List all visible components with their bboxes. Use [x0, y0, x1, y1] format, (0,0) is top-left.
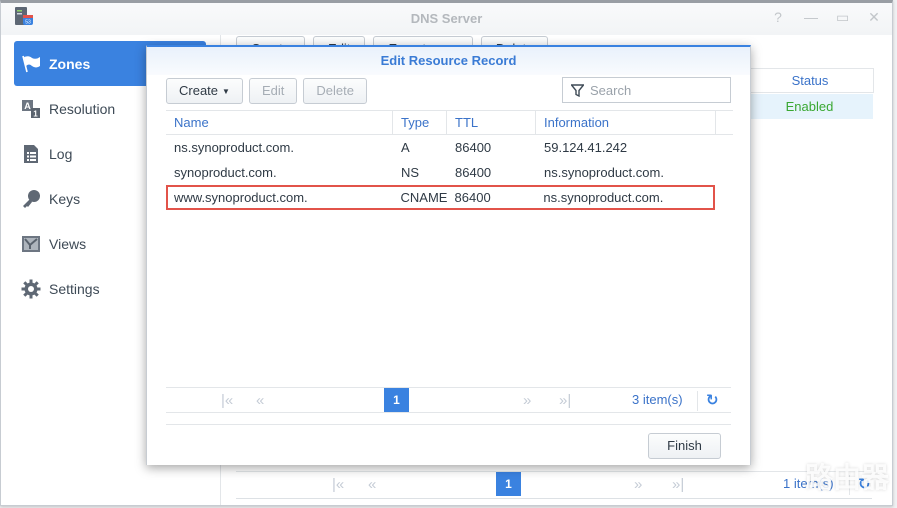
column-header-type[interactable]: Type: [393, 111, 447, 134]
record-name: ns.synoproduct.com.: [174, 140, 294, 155]
records-grid-header: Name Type TTL Information: [166, 110, 733, 135]
records-pager: |« « 1 » »| 3 item(s) ↻: [166, 387, 731, 413]
search-input[interactable]: [590, 82, 720, 98]
refresh-icon[interactable]: ↻: [706, 391, 719, 409]
status-column-header[interactable]: Status: [746, 69, 874, 93]
pager-divider: [697, 391, 698, 411]
sidebar-item-label: Resolution: [49, 100, 116, 117]
key-icon: [21, 189, 41, 209]
column-header-information[interactable]: Information: [536, 111, 716, 134]
next-page-icon[interactable]: »: [634, 476, 642, 493]
last-page-icon[interactable]: »|: [672, 476, 684, 493]
dialog-divider: [166, 424, 731, 425]
zones-grid-header: Status: [746, 68, 874, 93]
sidebar-item-label: Log: [49, 145, 73, 162]
help-icon[interactable]: ?: [772, 9, 784, 26]
create-label: Create: [179, 83, 219, 98]
record-ttl: 86400: [455, 165, 492, 180]
last-page-icon[interactable]: »|: [559, 392, 571, 409]
minimize-icon[interactable]: —: [804, 9, 818, 26]
gear-icon: [21, 279, 41, 299]
page-number-button[interactable]: 1: [496, 472, 521, 496]
record-type: NS: [401, 165, 420, 180]
item-count: 3 item(s): [632, 392, 683, 407]
window-title: DNS Server: [410, 11, 483, 26]
log-icon: [21, 144, 41, 164]
flag-icon: [21, 54, 41, 74]
svg-text:A: A: [24, 101, 31, 111]
record-name: www.synoproduct.com.: [174, 190, 308, 205]
maximize-icon[interactable]: ▭: [836, 9, 849, 26]
edit-resource-record-dialog: Edit Resource Record Create ▼ Edit Delete…: [146, 45, 751, 465]
column-header-name[interactable]: Name: [166, 111, 393, 134]
sidebar-item-label: Keys: [49, 190, 81, 207]
column-header-spacer: [716, 111, 733, 134]
svg-text:1: 1: [33, 109, 38, 118]
record-type: A: [401, 140, 410, 155]
table-row-highlighted[interactable]: www.synoproduct.com. CNAME 86400 ns.syno…: [166, 185, 715, 210]
column-header-ttl[interactable]: TTL: [447, 111, 536, 134]
prev-page-icon[interactable]: «: [256, 392, 264, 409]
delete-record-button[interactable]: Delete: [303, 78, 367, 104]
first-page-icon[interactable]: |«: [332, 476, 344, 493]
sidebar-item-label: Views: [49, 235, 87, 252]
sidebar-item-label: Zones: [49, 55, 91, 72]
page-number-button[interactable]: 1: [384, 388, 409, 412]
first-page-icon[interactable]: |«: [221, 392, 233, 409]
sidebar-item-label: Settings: [49, 280, 100, 297]
table-row[interactable]: ns.synoproduct.com. A 86400 59.124.41.24…: [166, 135, 733, 160]
record-ttl: 86400: [454, 190, 491, 205]
records-grid: Name Type TTL Information ns.synoproduct…: [166, 110, 733, 210]
record-information: ns.synoproduct.com.: [543, 190, 664, 205]
record-name: synoproduct.com.: [174, 165, 277, 180]
zones-table-row[interactable]: Enabled: [746, 94, 873, 119]
zones-pager: |« « 1 » »| 1 item(s) ↻: [236, 471, 872, 499]
filter-icon: [571, 83, 584, 97]
prev-page-icon[interactable]: «: [368, 476, 376, 493]
record-ttl: 86400: [455, 140, 492, 155]
edit-record-button[interactable]: Edit: [248, 78, 298, 104]
next-page-icon[interactable]: »: [523, 392, 531, 409]
dialog-toolbar: Create ▼ Edit Delete: [166, 78, 367, 104]
dialog-header: Edit Resource Record: [147, 47, 750, 75]
create-record-button[interactable]: Create ▼: [166, 78, 243, 104]
dialog-title: Edit Resource Record: [380, 53, 517, 68]
close-icon[interactable]: ✕: [868, 9, 880, 26]
finish-button[interactable]: Finish: [648, 433, 721, 459]
views-icon: [21, 234, 41, 254]
table-row[interactable]: synoproduct.com. NS 86400 ns.synoproduct…: [166, 160, 733, 185]
status-badge: Enabled: [785, 99, 834, 114]
title-bar: 53 DNS Server ? — ▭ ✕: [1, 3, 892, 35]
search-field[interactable]: [562, 77, 731, 103]
resolution-icon: A1: [21, 99, 41, 119]
record-type: CNAME: [400, 190, 448, 205]
watermark: 路由器: [804, 462, 889, 493]
caret-down-icon: ▼: [222, 86, 230, 96]
record-information: ns.synoproduct.com.: [544, 165, 664, 180]
record-information: 59.124.41.242: [544, 140, 628, 155]
